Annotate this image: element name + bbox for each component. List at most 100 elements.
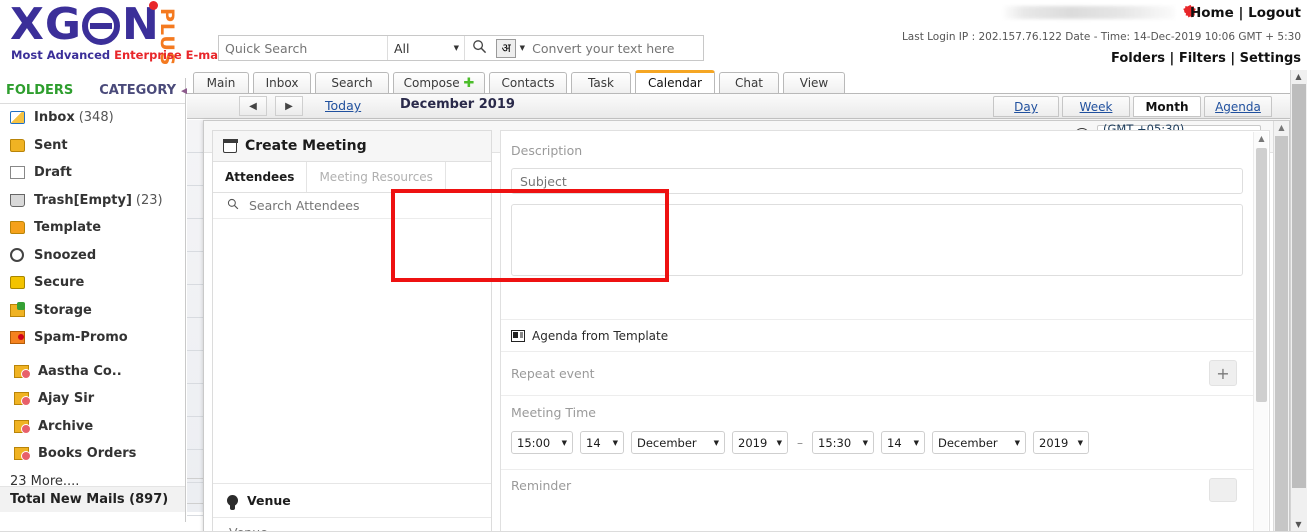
prev-period-button[interactable]: ◀ (239, 96, 267, 116)
chevron-down-icon: ▼ (913, 438, 919, 447)
folders-link[interactable]: Folders (1111, 51, 1165, 66)
create-meeting-header: Create Meeting (213, 131, 491, 162)
tagline-part-1: Most Advanced (11, 48, 115, 62)
home-link[interactable]: Home (1190, 5, 1234, 21)
shared-folder-icon (14, 392, 38, 407)
sidebar-item-inbox[interactable]: Inbox (348) (0, 104, 185, 132)
meeting-time-label: Meeting Time (511, 405, 596, 420)
details-scrollbar[interactable]: ▲ ▼ (1253, 132, 1268, 532)
add-reminder-button[interactable] (1209, 478, 1237, 502)
logout-link[interactable]: Logout (1248, 5, 1301, 21)
sidebar-item-storage[interactable]: Storage (0, 297, 185, 325)
subject-input[interactable] (511, 168, 1243, 194)
next-period-button[interactable]: ▶ (275, 96, 303, 116)
sidebar-item-secure[interactable]: Secure (0, 269, 185, 297)
filters-link[interactable]: Filters (1179, 51, 1226, 66)
calendar-icon (222, 138, 238, 153)
convert-text-input[interactable] (528, 36, 703, 60)
tab-search[interactable]: Search (315, 72, 389, 93)
search-attendees-input[interactable] (247, 197, 447, 214)
create-meeting-modal: (GMT +05:30) Asia/Calcutta ▼ Create Meet… (203, 120, 1290, 532)
scroll-down-icon[interactable]: ▼ (1291, 518, 1306, 532)
scroll-up-icon[interactable]: ▲ (1274, 121, 1289, 135)
venue-title: Venue (247, 493, 291, 508)
tab-attendees[interactable]: Attendees (213, 162, 308, 192)
sidebar-item-spam-promo[interactable]: Spam-Promo (0, 324, 185, 352)
description-section: Description (501, 131, 1253, 279)
hindi-chevron-down-icon[interactable]: ▼ (516, 44, 528, 52)
tab-compose[interactable]: Compose ✚ (393, 72, 485, 93)
page-title: Create Meeting (245, 138, 367, 154)
start-time-select[interactable]: 15:00 ▼ (511, 431, 573, 454)
sidebar-item-books-orders[interactable]: Books Orders (0, 440, 185, 468)
chevron-down-icon: ▼ (1014, 438, 1020, 447)
view-agenda-button[interactable]: Agenda (1204, 96, 1272, 117)
end-time-select[interactable]: 15:30 ▼ (812, 431, 874, 454)
modal-scrollbar[interactable]: ▲ ▼ (1273, 121, 1289, 532)
reminder-label: Reminder (511, 478, 572, 493)
search-icon (227, 198, 239, 213)
scroll-up-icon[interactable]: ▲ (1254, 132, 1269, 146)
time-range-separator: – (797, 435, 803, 450)
agenda-from-template-row[interactable]: Agenda from Template (501, 319, 1253, 351)
start-day-select[interactable]: 14 ▼ (580, 431, 624, 454)
start-year-select[interactable]: 2019 ▼ (732, 431, 788, 454)
view-week-button[interactable]: Week (1062, 96, 1130, 117)
scroll-up-icon[interactable]: ▲ (1291, 70, 1306, 84)
today-link[interactable]: Today (325, 98, 361, 113)
sidebar-item-aastha-co[interactable]: Aastha Co.. (0, 358, 185, 386)
sidebar-item-label: Storage (34, 302, 92, 318)
hindi-transliterate-button[interactable]: अ (496, 38, 517, 58)
settings-link[interactable]: Settings (1240, 51, 1301, 66)
search-icon[interactable] (465, 39, 494, 57)
end-month-select[interactable]: December ▼ (932, 431, 1026, 454)
main-content: Main Inbox Search Compose ✚ Contacts Tas… (187, 70, 1307, 532)
sidebar-item-sent[interactable]: Sent (0, 132, 185, 160)
end-time-value: 15:30 (818, 435, 852, 450)
end-year-select[interactable]: 2019 ▼ (1033, 431, 1089, 454)
page-scrollbar[interactable]: ▲ ▼ (1290, 70, 1307, 532)
scrollbar-thumb[interactable] (1256, 148, 1267, 402)
end-day-select[interactable]: 14 ▼ (881, 431, 925, 454)
venue-input-row (213, 517, 491, 532)
last-login-info: Last Login IP : 202.157.76.122 Date - Ti… (901, 31, 1301, 43)
start-year-value: 2019 (738, 435, 768, 450)
start-time-value: 15:00 (517, 435, 551, 450)
sidebar-item-ajay-sir[interactable]: Ajay Sir (0, 385, 185, 413)
description-textarea[interactable] (511, 204, 1243, 276)
tab-meeting-resources[interactable]: Meeting Resources (307, 162, 446, 192)
meeting-time-controls: 15:00 ▼ 14 ▼ December ▼ 2019 ▼ – 15:30 ▼… (511, 431, 1253, 454)
view-month-button[interactable]: Month (1133, 96, 1201, 117)
logo-wordmark: XG N (10, 2, 160, 48)
application-window: XG N PLUS Most Advanced Enterprise E-mail… (0, 0, 1307, 532)
scrollbar-thumb[interactable] (1275, 136, 1288, 532)
folders-header-label[interactable]: FOLDERS (6, 83, 73, 98)
tab-view[interactable]: View (783, 72, 845, 93)
sidebar-item-label: Sent (34, 137, 68, 153)
attendees-tabs: Attendees Meeting Resources (213, 162, 491, 193)
tab-calendar[interactable]: Calendar (635, 70, 715, 93)
template-folder-icon (10, 221, 34, 235)
sidebar-item-template[interactable]: Template (0, 214, 185, 242)
xgenplus-logo[interactable]: XG N PLUS Most Advanced Enterprise E-mail (6, 1, 226, 66)
sidebar-item-archive[interactable]: Archive (0, 413, 185, 441)
meeting-time-row: Meeting Time 15:00 ▼ 14 ▼ December ▼ 2019 ▼ (501, 395, 1253, 469)
tab-contacts[interactable]: Contacts (489, 72, 567, 93)
start-month-select[interactable]: December ▼ (631, 431, 725, 454)
add-repeat-button[interactable]: + (1209, 360, 1237, 386)
tab-chat[interactable]: Chat (719, 72, 779, 93)
sidebar-item-trash[interactable]: Trash[Empty] (23) (0, 187, 185, 215)
view-day-button[interactable]: Day (993, 96, 1059, 117)
tab-main[interactable]: Main (193, 72, 249, 93)
sidebar-item-draft[interactable]: Draft (0, 159, 185, 187)
tab-task[interactable]: Task (571, 72, 631, 93)
tab-inbox[interactable]: Inbox (253, 72, 311, 93)
search-scope-select[interactable]: All ▼ (388, 36, 464, 60)
sidebar-item-label: Secure (34, 275, 85, 291)
scrollbar-thumb[interactable] (1292, 84, 1306, 488)
category-header-label[interactable]: CATEGORY (99, 83, 176, 98)
quick-search-input[interactable] (219, 36, 387, 60)
sidebar-item-label: Aastha Co.. (38, 363, 122, 379)
sidebar-item-snoozed[interactable]: Snoozed (0, 242, 185, 270)
draft-document-icon (10, 166, 34, 180)
